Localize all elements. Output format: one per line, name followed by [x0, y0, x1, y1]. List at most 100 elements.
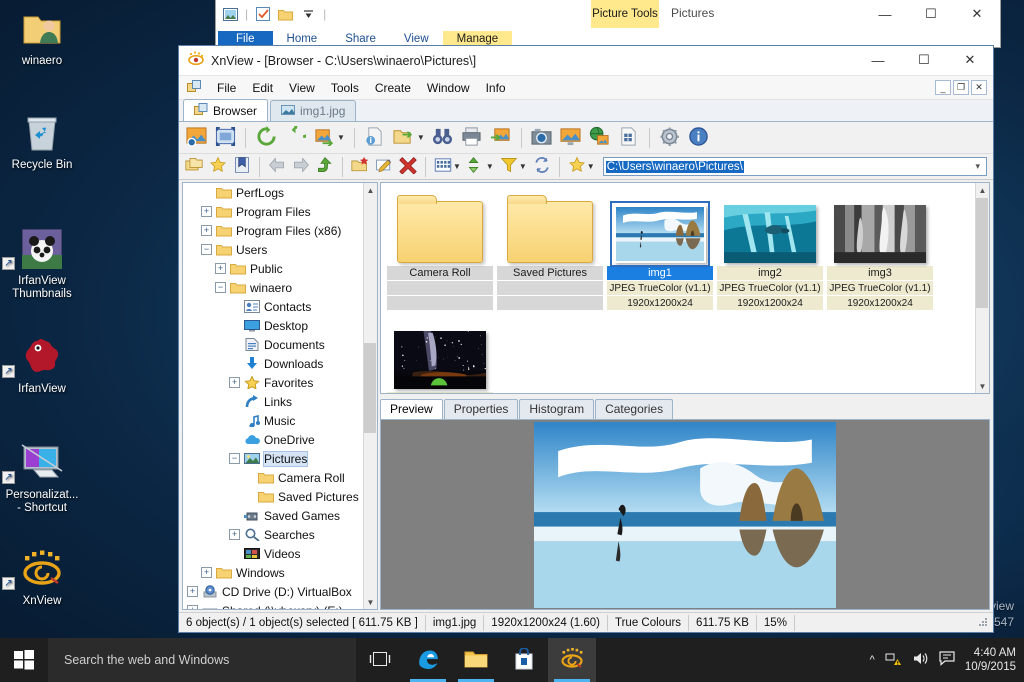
tree-item-saved-games[interactable]: Saved Games — [183, 506, 377, 525]
taskbar-clock[interactable]: 4:40 AM 10/9/2015 — [965, 646, 1016, 674]
taskbar-xnview-button[interactable] — [548, 638, 596, 682]
tree-expander-plus-icon[interactable]: + — [201, 206, 212, 217]
tree-item-perflogs[interactable]: PerfLogs — [183, 183, 377, 202]
tree-expander-plus-icon[interactable]: + — [187, 605, 198, 610]
taskbar-task-view-button[interactable] — [356, 638, 404, 682]
explorer-close-button[interactable]: ✕ — [954, 0, 1000, 28]
tree-item-searches[interactable]: + Searches — [183, 525, 377, 544]
desktop-icon-xnview[interactable]: ↗ XnView — [0, 546, 84, 608]
explorer-quick-access-toolbar[interactable]: | | — [216, 6, 326, 23]
xnview-menu-bar[interactable]: File Edit View Tools Create Window Info … — [179, 76, 993, 100]
thumbnail-artwork[interactable] — [717, 189, 823, 263]
tree-item-camera-roll[interactable]: Camera Roll — [183, 468, 377, 487]
preview-canvas[interactable] — [380, 419, 990, 610]
tree-item-favorites[interactable]: + Favorites — [183, 373, 377, 392]
tree-expander-minus-icon[interactable]: − — [201, 244, 212, 255]
tree-expander-plus-icon[interactable]: + — [229, 377, 240, 388]
thumbnail-cell-img2[interactable]: img2 JPEG TrueColor (v1.1) 1920x1200x24 — [717, 189, 823, 311]
tree-item-public[interactable]: + Public — [183, 259, 377, 278]
rotate-left-button[interactable] — [253, 125, 279, 151]
dropdown-caret-icon[interactable]: ▼ — [417, 133, 425, 142]
picture-icon[interactable] — [222, 6, 239, 23]
file-explorer-window[interactable]: | | Picture Tools Pictures — ☐ ✕ File Hom… — [215, 0, 1001, 48]
thumbnail-cell-img4[interactable]: img4 — [387, 315, 493, 394]
favorites-button[interactable] — [207, 156, 229, 178]
tab-preview[interactable]: Preview — [380, 399, 443, 419]
back-button[interactable] — [266, 156, 288, 178]
action-center-icon[interactable] — [939, 651, 955, 669]
view-folders-button[interactable] — [183, 156, 205, 178]
tree-scroll-up-icon[interactable]: ▲ — [364, 183, 377, 197]
desktop-icon-irfanview-thumbnails[interactable]: ↗ IrfanView Thumbnails — [0, 226, 84, 301]
export-button[interactable] — [391, 125, 417, 151]
mdi-close-button[interactable]: ✕ — [971, 80, 987, 95]
xnview-document-tabs[interactable]: Browser img1.jpg — [179, 100, 993, 122]
thumb-scroll-up-icon[interactable]: ▲ — [976, 183, 989, 197]
desktop-icon-recycle-bin[interactable]: Recycle Bin — [0, 110, 84, 172]
system-tray[interactable]: ^ 4:40 AM 10/9/2015 — [870, 638, 1024, 682]
xnview-maximize-button[interactable]: ☐ — [901, 46, 947, 74]
tree-expander-minus-icon[interactable]: − — [229, 453, 240, 464]
xnview-navigation-toolbar[interactable]: ▼ ▼ ▼ ▼ C:\Users\winaero\Pictures\ ▾ — [179, 154, 993, 180]
tree-expander-plus-icon[interactable]: + — [201, 567, 212, 578]
tree-item-cd-drive-d-virtualbox[interactable]: + CD Drive (D:) VirtualBox — [183, 582, 377, 601]
tree-item-music[interactable]: Music — [183, 411, 377, 430]
dropdown-caret-icon[interactable]: ▼ — [337, 133, 345, 142]
taskbar-app-buttons[interactable] — [356, 638, 596, 682]
dropdown-caret-icon[interactable]: ▼ — [587, 162, 595, 171]
rotate-right-button[interactable] — [282, 125, 308, 151]
start-button[interactable] — [0, 638, 48, 682]
filter-button[interactable] — [498, 156, 520, 178]
slideshow-button[interactable] — [558, 125, 584, 151]
up-button[interactable] — [314, 156, 336, 178]
tree-item-desktop[interactable]: Desktop — [183, 316, 377, 335]
explorer-window-controls[interactable]: — ☐ ✕ — [862, 0, 1000, 28]
new-folder-button[interactable] — [349, 156, 371, 178]
desktop-icon-personalization-shortcut[interactable]: ↗ Personalizat... - Shortcut — [0, 440, 84, 515]
tab-properties[interactable]: Properties — [444, 399, 519, 419]
delete-button[interactable] — [397, 156, 419, 178]
menu-info[interactable]: Info — [478, 78, 514, 98]
add-favorite-button[interactable] — [566, 156, 588, 178]
settings-button[interactable] — [657, 125, 683, 151]
tab-browser[interactable]: Browser — [183, 99, 268, 121]
menu-window[interactable]: Window — [419, 78, 478, 98]
thumbnail-artwork[interactable] — [387, 315, 493, 389]
dropdown-caret-icon[interactable]: ▼ — [453, 162, 461, 171]
thumbnail-artwork[interactable] — [497, 189, 603, 263]
chevron-down-icon[interactable]: ▾ — [975, 161, 984, 172]
taskbar-file-explorer-button[interactable] — [452, 638, 500, 682]
tree-expander-plus-icon[interactable]: + — [201, 225, 212, 236]
thumb-scroll-down-icon[interactable]: ▼ — [976, 379, 989, 393]
xnview-minimize-button[interactable]: — — [855, 46, 901, 74]
thumbnail-cell-saved-pictures[interactable]: Saved Pictures — [497, 189, 603, 311]
folder-tree-pane[interactable]: PerfLogs + Program Files + Program Files (x8… — [182, 182, 378, 610]
tree-expander-plus-icon[interactable]: + — [187, 586, 198, 597]
mdi-minimize-button[interactable]: _ — [935, 80, 951, 95]
network-warning-icon[interactable] — [885, 651, 902, 669]
xnview-window-controls[interactable]: — ☐ ✕ — [855, 46, 993, 74]
thumbnail-cell-camera-roll[interactable]: Camera Roll — [387, 189, 493, 311]
catalog-button[interactable] — [231, 156, 253, 178]
thumbnail-cell-img1[interactable]: img1 JPEG TrueColor (v1.1) 1920x1200x24 — [607, 189, 713, 311]
tree-item-videos[interactable]: Videos — [183, 544, 377, 563]
tree-vertical-scrollbar[interactable]: ▲ ▼ — [363, 183, 377, 609]
taskbar-search-box[interactable]: Search the web and Windows — [48, 638, 356, 682]
tree-item-contacts[interactable]: Contacts — [183, 297, 377, 316]
tree-scrollbar-thumb[interactable] — [364, 343, 376, 433]
mdi-restore-button[interactable]: ❐ — [953, 80, 969, 95]
tree-item-shared-vboxsrv-e[interactable]: + Shared (\\vboxsrv) (E:) — [183, 601, 377, 610]
fullscreen-button[interactable] — [212, 125, 238, 151]
xnview-main-toolbar[interactable]: ▼ ▼ — [179, 122, 993, 154]
tab-img1[interactable]: img1.jpg — [270, 100, 356, 121]
tree-item-program-files-x86[interactable]: + Program Files (x86) — [183, 221, 377, 240]
explorer-maximize-button[interactable]: ☐ — [908, 0, 954, 28]
sort-button[interactable] — [465, 156, 487, 178]
tree-item-links[interactable]: Links — [183, 392, 377, 411]
tree-expander-minus-icon[interactable]: − — [215, 282, 226, 293]
tree-item-windows[interactable]: + Windows — [183, 563, 377, 582]
info-button[interactable] — [362, 125, 388, 151]
batch-convert-button[interactable] — [488, 125, 514, 151]
dropdown-caret-icon[interactable]: ▼ — [519, 162, 527, 171]
tree-item-pictures[interactable]: − Pictures — [183, 449, 377, 468]
